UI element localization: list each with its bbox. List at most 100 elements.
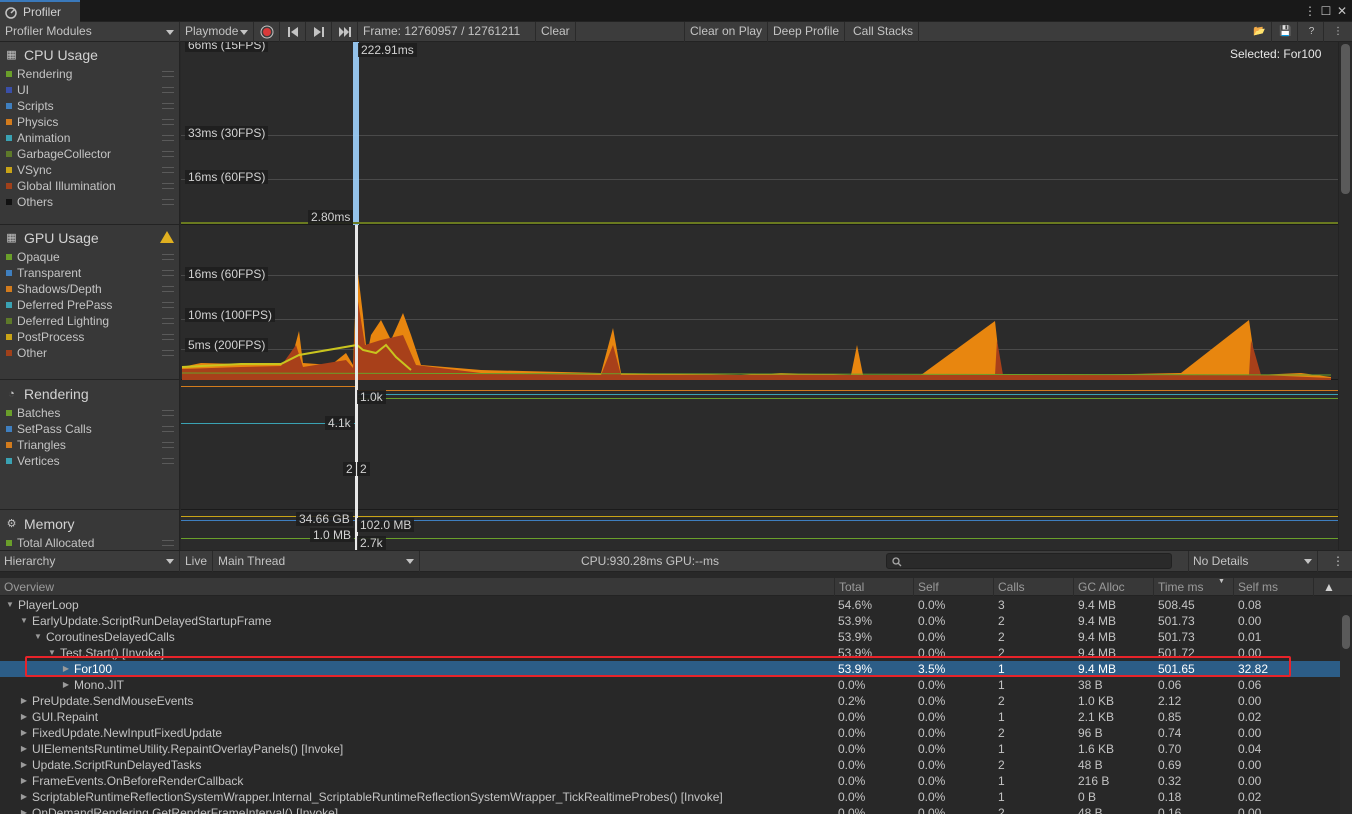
col-overview[interactable]: Overview xyxy=(0,578,54,596)
cpu-legend-item[interactable]: Global Illumination xyxy=(0,178,179,194)
expanded-arrow-icon[interactable]: ▼ xyxy=(4,597,16,613)
drag-handle-icon[interactable] xyxy=(162,540,174,546)
profiler-charts-area[interactable]: 66ms (15FPS) 33ms (30FPS) 16ms (60FPS) 2… xyxy=(181,42,1338,550)
drag-handle-icon[interactable] xyxy=(162,442,174,448)
col-self-ms[interactable]: Self ms xyxy=(1233,578,1278,596)
rendering-chart[interactable]: 1.0k 4.1k 2 2 xyxy=(181,380,1338,510)
save-icon[interactable]: 💾 xyxy=(1274,22,1298,42)
gpu-chart[interactable]: 16ms (60FPS) 10ms (100FPS) 5ms (200FPS) xyxy=(181,225,1338,380)
col-gc-alloc[interactable]: GC Alloc xyxy=(1073,578,1125,596)
drag-handle-icon[interactable] xyxy=(162,286,174,292)
expanded-arrow-icon[interactable]: ▼ xyxy=(18,613,30,629)
memory-module[interactable]: ⚙ Memory Total Allocated xyxy=(0,510,179,550)
gpu-usage-module[interactable]: ▦ GPU Usage Opaque Transparent Shadows/Dep… xyxy=(0,225,179,380)
record-button[interactable] xyxy=(254,22,280,42)
rendering-legend-item[interactable]: SetPass Calls xyxy=(0,421,179,437)
collapsed-arrow-icon[interactable]: ▶ xyxy=(18,805,30,814)
options-menu-icon[interactable]: ⋮ xyxy=(1326,22,1350,42)
previous-frame-button[interactable] xyxy=(280,22,306,42)
rendering-legend-item[interactable]: Triangles xyxy=(0,437,179,453)
tab-profiler[interactable]: Profiler xyxy=(0,0,80,22)
drag-handle-icon[interactable] xyxy=(162,254,174,260)
drag-handle-icon[interactable] xyxy=(162,270,174,276)
collapsed-arrow-icon[interactable]: ▶ xyxy=(18,741,30,757)
col-self[interactable]: Self xyxy=(913,578,939,596)
playmode-dropdown[interactable]: Playmode xyxy=(180,22,254,42)
cpu-legend-item[interactable]: UI xyxy=(0,82,179,98)
cpu-legend-item[interactable]: Scripts xyxy=(0,98,179,114)
drag-handle-icon[interactable] xyxy=(162,87,174,93)
details-menu-icon[interactable]: ⋮ xyxy=(1326,551,1350,572)
drag-handle-icon[interactable] xyxy=(162,318,174,324)
warning-column-icon[interactable]: ▲ xyxy=(1313,578,1340,596)
load-icon[interactable]: 📂 xyxy=(1248,22,1272,42)
clear-button[interactable]: Clear xyxy=(536,22,576,42)
details-dropdown[interactable]: No Details xyxy=(1188,551,1318,572)
cpu-legend-item[interactable]: Rendering xyxy=(0,66,179,82)
cpu-legend-item[interactable]: Others xyxy=(0,194,179,210)
cpu-usage-module[interactable]: ▦ CPU Usage Rendering UI Scripts Physics Ani… xyxy=(0,42,179,225)
col-total[interactable]: Total xyxy=(834,578,864,596)
table-row[interactable]: ▶ FrameEvents.OnBeforeRenderCallback 0.0% 0… xyxy=(0,773,1340,789)
collapsed-arrow-icon[interactable]: ▶ xyxy=(18,757,30,773)
table-row[interactable]: ▶ PreUpdate.SendMouseEvents 0.2% 0.0% 2 1.0 K… xyxy=(0,693,1340,709)
table-scrollbar-thumb[interactable] xyxy=(1342,615,1350,649)
drag-handle-icon[interactable] xyxy=(162,410,174,416)
close-icon[interactable]: ✕ xyxy=(1334,3,1350,19)
rendering-legend-item[interactable]: Batches xyxy=(0,405,179,421)
live-toggle[interactable]: Live xyxy=(181,551,213,572)
table-row[interactable]: ▶ ScriptableRuntimeReflectionSystemWrappe… xyxy=(0,789,1340,805)
cpu-chart[interactable]: 66ms (15FPS) 33ms (30FPS) 16ms (60FPS) 2… xyxy=(181,42,1338,225)
kebab-menu-icon[interactable]: ⋮ xyxy=(1302,3,1318,19)
profiler-modules-dropdown[interactable]: Profiler Modules xyxy=(0,22,180,42)
gpu-legend-item[interactable]: Other xyxy=(0,345,179,361)
next-frame-button[interactable] xyxy=(306,22,332,42)
drag-handle-icon[interactable] xyxy=(162,167,174,173)
drag-handle-icon[interactable] xyxy=(162,302,174,308)
deep-profile-toggle[interactable]: Deep Profile xyxy=(768,22,846,42)
drag-handle-icon[interactable] xyxy=(162,199,174,205)
drag-handle-icon[interactable] xyxy=(162,350,174,356)
rendering-legend-item[interactable]: Vertices xyxy=(0,453,179,469)
table-row[interactable]: ▼ CoroutinesDelayedCalls 53.9% 0.0% 2 9.4 MB 5… xyxy=(0,629,1340,645)
gpu-legend-item[interactable]: Deferred Lighting xyxy=(0,313,179,329)
col-time-ms[interactable]: Time ms xyxy=(1153,578,1204,596)
gpu-legend-item[interactable]: Opaque xyxy=(0,249,179,265)
charts-scrollbar[interactable] xyxy=(1338,42,1352,550)
collapsed-arrow-icon[interactable]: ▶ xyxy=(60,677,72,693)
table-row[interactable]: ▼ PlayerLoop 54.6% 0.0% 3 9.4 MB 508.45 0.08 xyxy=(0,597,1340,613)
drag-handle-icon[interactable] xyxy=(162,334,174,340)
table-row[interactable]: ▶ Update.ScriptRunDelayedTasks 0.0% 0.0% 2 48… xyxy=(0,757,1340,773)
table-row[interactable]: ▶ GUI.Repaint 0.0% 0.0% 1 2.1 KB 0.85 0.02 xyxy=(0,709,1340,725)
table-row[interactable]: ▼ EarlyUpdate.ScriptRunDelayedStartupFram… xyxy=(0,613,1340,629)
gpu-legend-item[interactable]: Deferred PrePass xyxy=(0,297,179,313)
drag-handle-icon[interactable] xyxy=(162,151,174,157)
collapsed-arrow-icon[interactable]: ▶ xyxy=(18,773,30,789)
gpu-legend-item[interactable]: Transparent xyxy=(0,265,179,281)
drag-handle-icon[interactable] xyxy=(162,119,174,125)
collapsed-arrow-icon[interactable]: ▶ xyxy=(18,725,30,741)
drag-handle-icon[interactable] xyxy=(162,183,174,189)
cpu-legend-item[interactable]: GarbageCollector xyxy=(0,146,179,162)
drag-handle-icon[interactable] xyxy=(162,103,174,109)
help-icon[interactable]: ? xyxy=(1300,22,1324,42)
gpu-legend-item[interactable]: PostProcess xyxy=(0,329,179,345)
charts-scrollbar-thumb[interactable] xyxy=(1341,44,1350,194)
table-row[interactable]: ▶ UIElementsRuntimeUtility.RepaintOverlay… xyxy=(0,741,1340,757)
table-scrollbar[interactable] xyxy=(1340,597,1352,814)
gpu-legend-item[interactable]: Shadows/Depth xyxy=(0,281,179,297)
current-frame-button[interactable] xyxy=(332,22,358,42)
maximize-icon[interactable]: ☐ xyxy=(1318,3,1334,19)
search-input[interactable] xyxy=(886,553,1172,569)
collapsed-arrow-icon[interactable]: ▶ xyxy=(18,693,30,709)
drag-handle-icon[interactable] xyxy=(162,458,174,464)
col-calls[interactable]: Calls xyxy=(993,578,1025,596)
cpu-legend-item[interactable]: VSync xyxy=(0,162,179,178)
collapsed-arrow-icon[interactable]: ▶ xyxy=(18,709,30,725)
memory-legend-item[interactable]: Total Allocated xyxy=(0,535,179,550)
clear-on-play-toggle[interactable]: Clear on Play xyxy=(684,22,769,42)
drag-handle-icon[interactable] xyxy=(162,71,174,77)
view-dropdown[interactable]: Hierarchy xyxy=(0,551,180,572)
rendering-module[interactable]: ◔ Rendering Batches SetPass Calls Triangle… xyxy=(0,380,179,510)
drag-handle-icon[interactable] xyxy=(162,426,174,432)
